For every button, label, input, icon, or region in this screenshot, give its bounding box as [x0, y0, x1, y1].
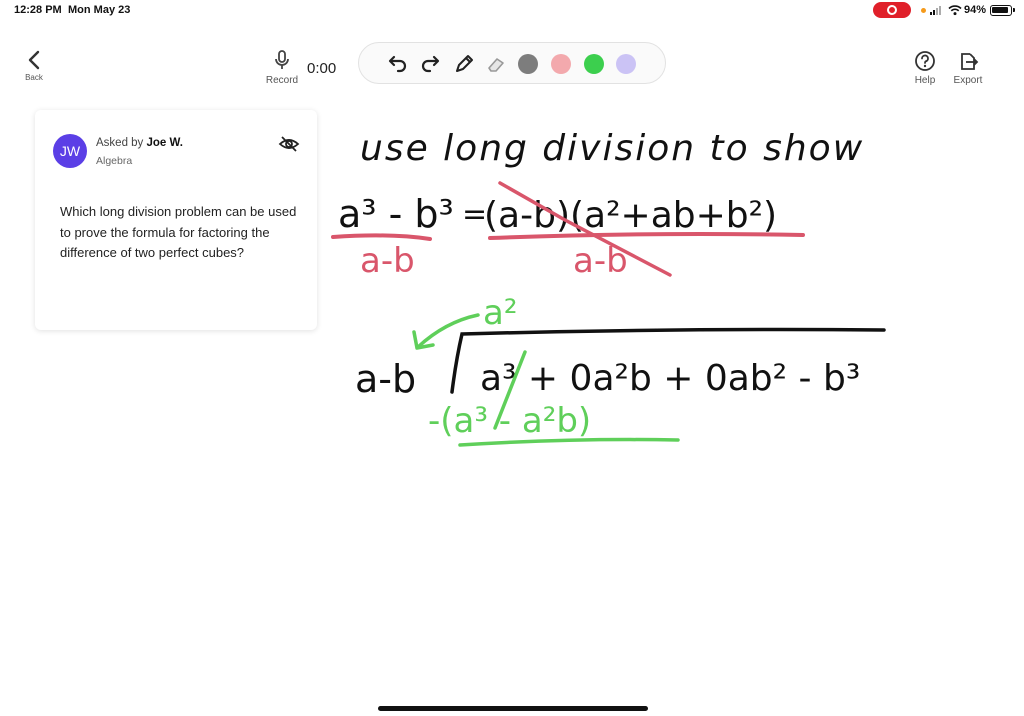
color-swatch-pink[interactable]	[551, 54, 571, 74]
back-label: Back	[25, 73, 43, 82]
color-swatch-lavender[interactable]	[616, 54, 636, 74]
whiteboard-canvas[interactable]: use long division to show a³ - b³ = (a-b…	[325, 100, 1024, 700]
home-indicator[interactable]	[378, 706, 648, 711]
pen-icon[interactable]	[453, 53, 475, 75]
help-icon	[915, 51, 935, 71]
record-button[interactable]: Record	[262, 50, 302, 86]
stroke-identity-rhs: (a-b)(a²+ab+b²)	[484, 195, 777, 236]
stroke-divisor: a-b	[355, 357, 416, 401]
status-bar: 12:28 PM Mon May 23 94%	[0, 0, 1024, 22]
record-timer: 0:00	[307, 60, 337, 77]
record-indicator-icon[interactable]	[873, 2, 911, 18]
wifi-icon	[948, 5, 962, 16]
stroke-dividend: a³ + 0a²b + 0ab² - b³	[480, 358, 860, 399]
signal-icon	[930, 6, 944, 15]
privacy-dot-icon	[921, 8, 926, 13]
record-label: Record	[265, 75, 299, 86]
help-label: Help	[914, 75, 936, 86]
export-button[interactable]: Export	[948, 50, 988, 86]
battery-icon	[990, 5, 1015, 16]
avatar: JW	[53, 134, 87, 168]
asked-prefix: Asked by	[96, 137, 144, 149]
question-subject: Algebra	[96, 155, 133, 167]
question-text: Which long division problem can be used …	[60, 204, 297, 260]
hide-eye-icon[interactable]	[278, 134, 300, 154]
export-icon	[961, 53, 979, 70]
stroke-denominator-left: a-b	[360, 241, 415, 281]
asked-by: Asked by Joe W.	[96, 137, 183, 149]
microphone-icon	[275, 50, 289, 69]
stroke-quotient-term: a²	[483, 293, 517, 333]
color-swatch-green[interactable]	[584, 54, 604, 74]
export-label: Export	[953, 75, 983, 86]
chevron-left-icon	[28, 50, 40, 70]
red-fraction-bar-right	[488, 232, 805, 240]
red-fraction-bar-left	[331, 233, 432, 241]
undo-icon[interactable]	[386, 53, 408, 75]
battery-percent: 94%	[964, 4, 987, 16]
green-arrow-stroke	[416, 313, 480, 349]
stroke-identity-lhs: a³ - b³	[338, 192, 454, 236]
asker-name: Joe W.	[146, 137, 183, 149]
back-button[interactable]: Back	[20, 50, 48, 82]
status-date: Mon May 23	[68, 4, 131, 16]
help-button[interactable]: Help	[908, 50, 942, 86]
redo-icon[interactable]	[420, 53, 442, 75]
stroke-line1: use long division to show	[360, 128, 864, 169]
stroke-subtraction: -(a³ - a²b)	[428, 401, 591, 441]
color-swatch-gray[interactable]	[518, 54, 538, 74]
question-card: JW Asked by Joe W. Algebra Which long di…	[35, 110, 317, 330]
drawing-toolbar	[358, 42, 666, 84]
status-time: 12:28 PM	[14, 4, 62, 16]
eraser-icon[interactable]	[485, 53, 507, 75]
